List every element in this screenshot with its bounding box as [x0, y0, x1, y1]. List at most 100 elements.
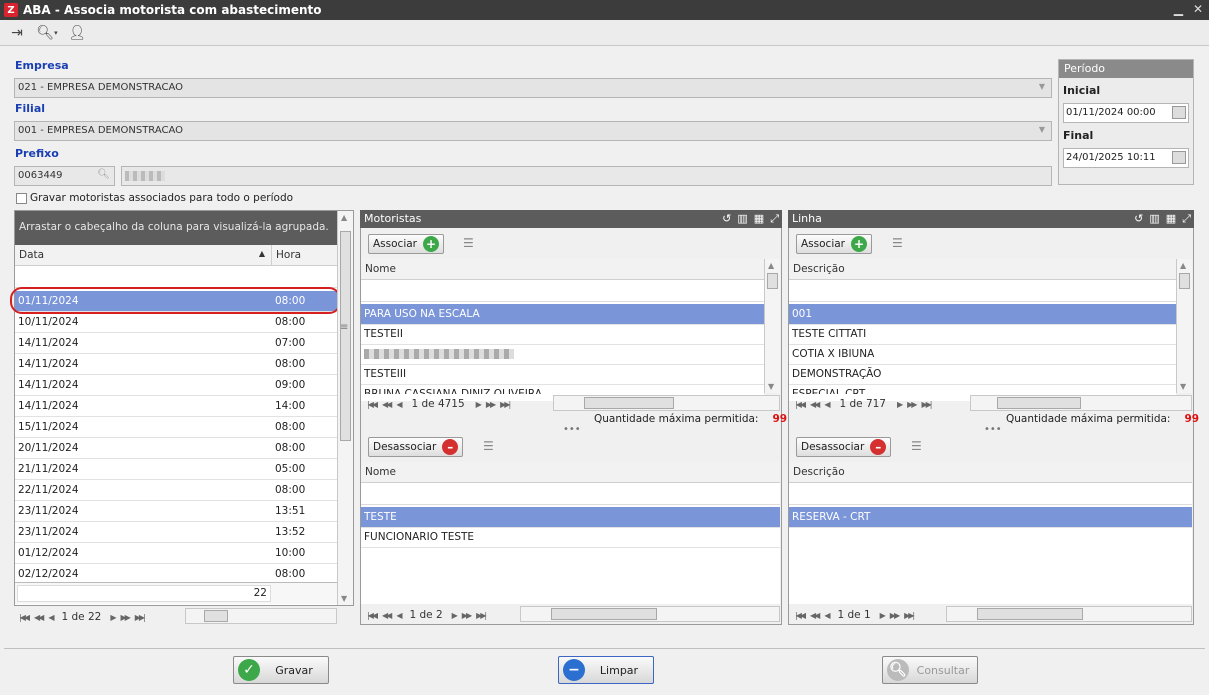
prev-page-icon[interactable]: ◀◀	[810, 400, 820, 409]
table-row[interactable]: TESTE	[361, 507, 780, 528]
table-row[interactable]: ESPECIAL CRT	[789, 384, 1176, 394]
table-row[interactable]: 23/11/2024 13:52	[15, 522, 337, 543]
table-row[interactable]: FUNCIONARIO TESTE	[361, 527, 780, 548]
expand-icon[interactable]: ⤢	[770, 212, 779, 226]
scroll-up-icon[interactable]: ▲	[341, 213, 347, 222]
table-row[interactable]: 01/11/2024 08:00	[15, 291, 337, 312]
search-icon[interactable]: 🔍︎ ▾	[34, 24, 60, 42]
prev-icon[interactable]: ◀	[824, 611, 830, 620]
table-row[interactable]: 10/11/2024 08:00	[15, 312, 337, 333]
table-row[interactable]: PARA USO NA ESCALA	[361, 304, 764, 325]
prev-page-icon[interactable]: ◀◀	[810, 611, 820, 620]
next-icon[interactable]: ▶	[476, 400, 482, 409]
scroll-thumb[interactable]	[767, 273, 778, 289]
table-row[interactable]: 14/11/2024 14:00	[15, 396, 337, 417]
scroll-thumb[interactable]	[584, 397, 674, 409]
table-row[interactable]: TESTE CITTATI	[789, 324, 1176, 345]
add-list-icon[interactable]: ☰	[463, 236, 481, 252]
filial-select[interactable]: 001 - EMPRESA DEMONSTRACAO ▼	[14, 121, 1052, 141]
remove-list-icon[interactable]: ☰	[483, 439, 501, 455]
search-icon[interactable]: 🔍︎	[97, 169, 110, 180]
next-icon[interactable]: ▶	[880, 611, 886, 620]
limpar-button[interactable]: − Limpar	[558, 656, 654, 684]
scroll-down-icon[interactable]: ▼	[341, 594, 347, 603]
splitter-handle[interactable]: ≡	[340, 322, 348, 333]
scroll-thumb[interactable]	[977, 608, 1083, 620]
close-icon[interactable]: ✕	[1193, 2, 1203, 16]
table-row[interactable]: 23/11/2024 13:51	[15, 501, 337, 522]
table-row[interactable]: 01/12/2024 10:00	[15, 543, 337, 564]
table-row[interactable]: RESERVA - CRT	[789, 507, 1192, 528]
next-page-icon[interactable]: ▶▶	[462, 611, 472, 620]
motoristas-vscroll[interactable]: ▲ ▼	[764, 259, 780, 393]
last-page-icon[interactable]: ▶▶|	[904, 611, 915, 620]
user-icon[interactable]: 👤︎	[68, 24, 86, 42]
refresh-icon[interactable]: ↺	[722, 212, 731, 226]
motoristas-hscroll[interactable]	[553, 395, 780, 411]
column-header-data[interactable]: Data ▲	[15, 245, 271, 266]
table-row[interactable]: 20/11/2024 08:00	[15, 438, 337, 459]
splitter-handle[interactable]: •••	[984, 424, 1002, 435]
prev-icon[interactable]: ◀	[48, 613, 54, 622]
next-page-icon[interactable]: ▶▶	[120, 613, 130, 622]
gravar-button[interactable]: ✓ Gravar	[233, 656, 329, 684]
filter-row[interactable]	[15, 266, 337, 288]
prev-icon[interactable]: ◀	[396, 611, 402, 620]
consultar-button[interactable]: 🔍︎ Consultar	[882, 656, 978, 684]
table-row[interactable]	[361, 344, 764, 365]
table-row[interactable]: 15/11/2024 08:00	[15, 417, 337, 438]
linhas-associadas-hscroll[interactable]	[946, 606, 1192, 622]
associar-linha-button[interactable]: Associar +	[796, 234, 872, 254]
column-header-descricao[interactable]: Descrição	[789, 462, 1192, 483]
calendar-icon[interactable]	[1172, 106, 1186, 119]
scroll-down-icon[interactable]: ▼	[768, 382, 774, 391]
scroll-up-icon[interactable]: ▲	[1180, 261, 1186, 270]
prefixo-input[interactable]: 0063449 🔍︎	[14, 166, 115, 186]
next-icon[interactable]: ▶	[452, 611, 458, 620]
gravar-todo-periodo-checkbox[interactable]	[16, 193, 27, 204]
left-grid-vscroll[interactable]: ▲ ▼	[337, 211, 353, 605]
scroll-down-icon[interactable]: ▼	[1180, 382, 1186, 391]
scroll-up-icon[interactable]: ▲	[768, 261, 774, 270]
table-row[interactable]: 14/11/2024 08:00	[15, 354, 337, 375]
next-icon[interactable]: ▶	[897, 400, 903, 409]
filter-row[interactable]	[789, 280, 1176, 302]
columns-icon[interactable]: ▥	[1149, 212, 1159, 226]
last-page-icon[interactable]: ▶▶|	[921, 400, 932, 409]
column-header-hora[interactable]: Hora	[271, 245, 337, 266]
empresa-select[interactable]: 021 - EMPRESA DEMONSTRACAO ▼	[14, 78, 1052, 98]
final-date-input[interactable]: 24/01/2025 10:11	[1063, 148, 1189, 168]
refresh-icon[interactable]: ↺	[1134, 212, 1143, 226]
table-row[interactable]: DEMONSTRAÇÃO	[789, 364, 1176, 385]
table-row[interactable]: COTIA X IBIUNA	[789, 344, 1176, 365]
expand-icon[interactable]: ⤢	[1182, 212, 1191, 226]
columns-icon[interactable]: ▥	[737, 212, 747, 226]
table-row[interactable]: 14/11/2024 07:00	[15, 333, 337, 354]
left-hscroll[interactable]	[185, 608, 337, 624]
column-header-nome[interactable]: Nome	[361, 462, 780, 483]
desassociar-motorista-button[interactable]: Desassociar –	[368, 437, 464, 457]
desassociar-linha-button[interactable]: Desassociar –	[796, 437, 892, 457]
table-row[interactable]: 22/11/2024 08:00	[15, 480, 337, 501]
column-header-nome[interactable]: Nome	[361, 259, 764, 280]
first-page-icon[interactable]: |◀◀	[795, 611, 806, 620]
motoristas-associados-hscroll[interactable]	[520, 606, 780, 622]
add-list-icon[interactable]: ☰	[892, 236, 910, 252]
column-header-descricao[interactable]: Descrição	[789, 259, 1176, 280]
first-page-icon[interactable]: |◀◀	[795, 400, 806, 409]
first-page-icon[interactable]: |◀◀	[367, 611, 378, 620]
minimize-icon[interactable]: ▁	[1174, 2, 1183, 16]
scroll-thumb[interactable]	[204, 610, 228, 622]
table-row[interactable]: 001	[789, 304, 1176, 325]
calendar-icon[interactable]: ▦	[754, 212, 764, 226]
filter-row[interactable]	[789, 483, 1192, 505]
scroll-thumb[interactable]	[997, 397, 1081, 409]
scroll-thumb[interactable]	[551, 608, 657, 620]
next-page-icon[interactable]: ▶▶	[907, 400, 917, 409]
calendar-icon[interactable]	[1172, 151, 1186, 164]
table-row[interactable]: 14/11/2024 09:00	[15, 375, 337, 396]
prev-icon[interactable]: ◀	[824, 400, 830, 409]
table-row[interactable]: TESTEIII	[361, 364, 764, 385]
prev-page-icon[interactable]: ◀◀	[34, 613, 44, 622]
first-page-icon[interactable]: |◀◀	[19, 613, 30, 622]
